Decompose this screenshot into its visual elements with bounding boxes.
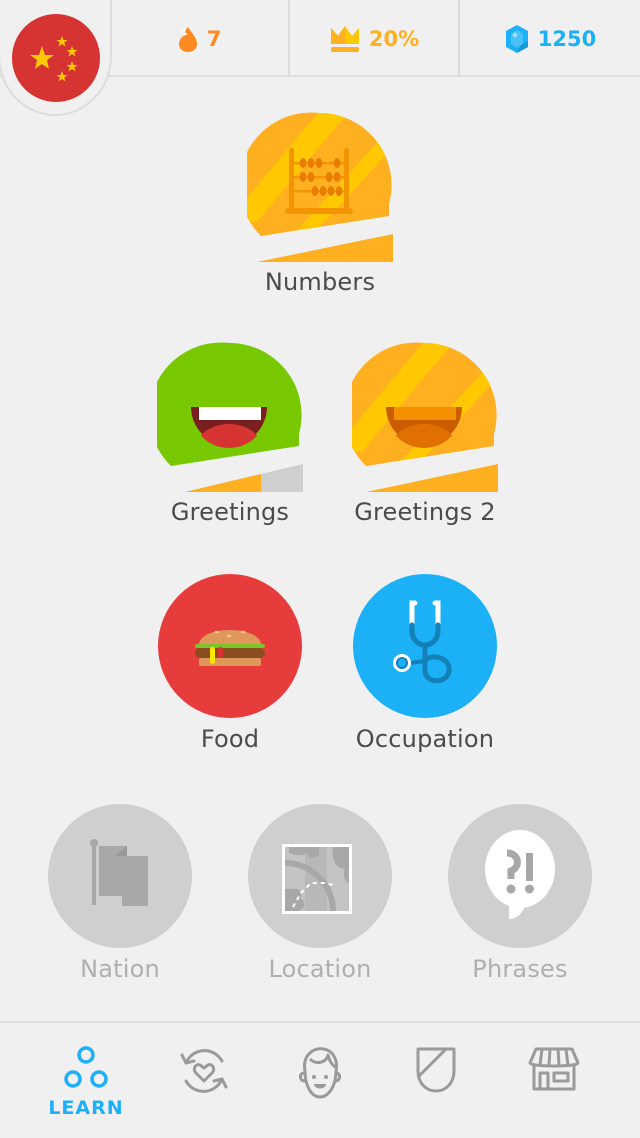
skill-location-badge (248, 804, 392, 948)
gems-value: 1250 (537, 26, 597, 51)
skill-greetings-2[interactable]: Greetings 2 (344, 342, 505, 526)
skill-label: Food (200, 725, 260, 753)
skill-occupation-badge (353, 574, 497, 718)
skill-nation-badge (48, 804, 192, 948)
streak-counter[interactable]: 7 (110, 0, 288, 77)
skill-label: Occupation (355, 725, 495, 753)
progress-wedge (366, 464, 498, 492)
skill-phrases[interactable]: Phrases (440, 803, 600, 983)
crown-icon (330, 25, 359, 52)
nav-learn-label: LEARN (48, 1097, 124, 1119)
china-flag-icon (12, 14, 100, 102)
shield-icon (416, 1047, 456, 1093)
profile-face-icon (298, 1047, 342, 1099)
skill-label: Greetings 2 (354, 498, 496, 526)
shop-icon (528, 1047, 580, 1091)
streak-value: 7 (206, 26, 222, 51)
crown-counter[interactable]: 20% (288, 0, 458, 77)
skill-location[interactable]: Location (240, 803, 400, 983)
skill-label: Phrases (472, 955, 568, 983)
course-flag-button[interactable] (12, 14, 100, 102)
flame-icon (178, 26, 197, 52)
course-flag-tab (0, 0, 112, 116)
crown-value: 20% (368, 26, 420, 51)
skill-label: Greetings (170, 498, 290, 526)
stats-bar: 7 20% 1250 (0, 0, 640, 116)
burger-icon (195, 630, 265, 666)
practice-heart-icon (180, 1049, 228, 1093)
skill-greetings-2-badge (344, 342, 498, 492)
skill-food[interactable]: Food (150, 573, 310, 753)
nav-profile[interactable] (256, 1023, 384, 1138)
learn-icon (64, 1046, 108, 1088)
gem-icon (505, 24, 528, 53)
skill-food-badge (158, 574, 302, 718)
bottom-navigation: LEARN (0, 1021, 640, 1138)
map-icon (282, 844, 352, 914)
skill-numbers[interactable]: Numbers (239, 112, 400, 296)
skill-label: Numbers (264, 268, 376, 296)
nav-learn[interactable]: LEARN (22, 1023, 150, 1138)
learn-screen: 7 20% 1250 Numbers Greetings Greetings 2… (0, 0, 640, 1138)
skill-nation[interactable]: Nation (40, 803, 200, 983)
nav-practice[interactable] (140, 1023, 268, 1138)
gems-counter[interactable]: 1250 (458, 0, 640, 77)
skill-numbers-badge (239, 112, 393, 262)
skill-greetings-badge (157, 342, 303, 492)
skill-occupation[interactable]: Occupation (345, 573, 505, 753)
skill-label: Location (268, 955, 372, 983)
skill-greetings[interactable]: Greetings (150, 342, 310, 526)
nav-shop[interactable] (490, 1023, 618, 1138)
nav-leagues[interactable] (372, 1023, 500, 1138)
skill-phrases-badge (448, 804, 592, 948)
skill-label: Nation (80, 955, 160, 983)
